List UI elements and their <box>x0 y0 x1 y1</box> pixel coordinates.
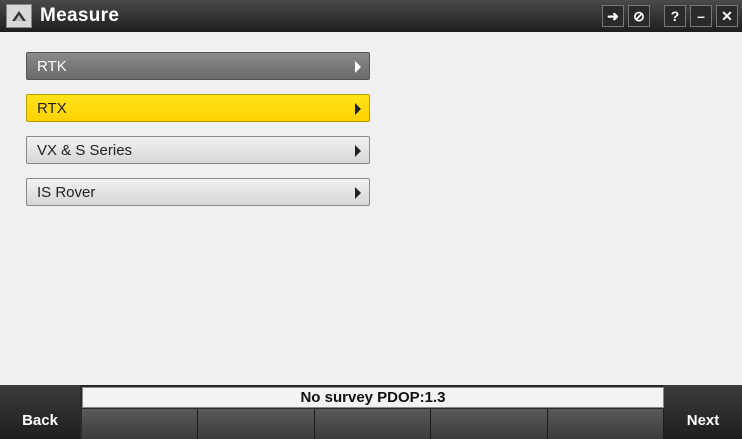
menu-item-rtk[interactable]: RTK <box>26 52 370 80</box>
softkey-row <box>82 409 665 439</box>
cancel-icon[interactable]: ⊘ <box>628 5 650 27</box>
softkey-2[interactable] <box>198 409 315 439</box>
menu-item-label: IS Rover <box>37 183 96 201</box>
title-bar: Measure ➜ ⊘ ? – ✕ <box>0 0 742 32</box>
menu-item-vx-s-series[interactable]: VX & S Series <box>26 136 370 164</box>
menu-item-label: RTX <box>37 99 67 117</box>
next-button[interactable]: Next <box>664 385 742 439</box>
menu-item-label: RTK <box>37 57 67 75</box>
help-icon[interactable]: ? <box>664 5 686 27</box>
close-icon[interactable]: ✕ <box>716 5 738 27</box>
menu-item-is-rover[interactable]: IS Rover <box>26 178 370 206</box>
menu-item-rtx[interactable]: RTX <box>26 94 370 122</box>
main-panel: RTK RTX VX & S Series IS Rover <box>0 32 742 385</box>
softkey-5[interactable] <box>547 409 665 439</box>
chevron-right-icon <box>355 103 361 115</box>
page-title: Measure <box>40 5 120 26</box>
minimize-icon[interactable]: – <box>690 5 712 27</box>
swap-arrow-icon[interactable]: ➜ <box>602 5 624 27</box>
back-button[interactable]: Back <box>0 385 80 439</box>
app-icon <box>6 4 32 28</box>
chevron-right-icon <box>355 145 361 157</box>
menu-item-label: VX & S Series <box>37 141 133 159</box>
chevron-right-icon <box>355 61 361 73</box>
bottom-bar: Back No survey PDOP:1.3 Next <box>0 385 742 439</box>
title-bar-buttons: ➜ ⊘ ? – ✕ <box>598 0 742 32</box>
softkey-4[interactable] <box>431 409 548 439</box>
softkey-3[interactable] <box>314 409 432 439</box>
softkey-1[interactable] <box>82 409 199 439</box>
chevron-right-icon <box>355 187 361 199</box>
status-bar: No survey PDOP:1.3 <box>82 387 664 408</box>
